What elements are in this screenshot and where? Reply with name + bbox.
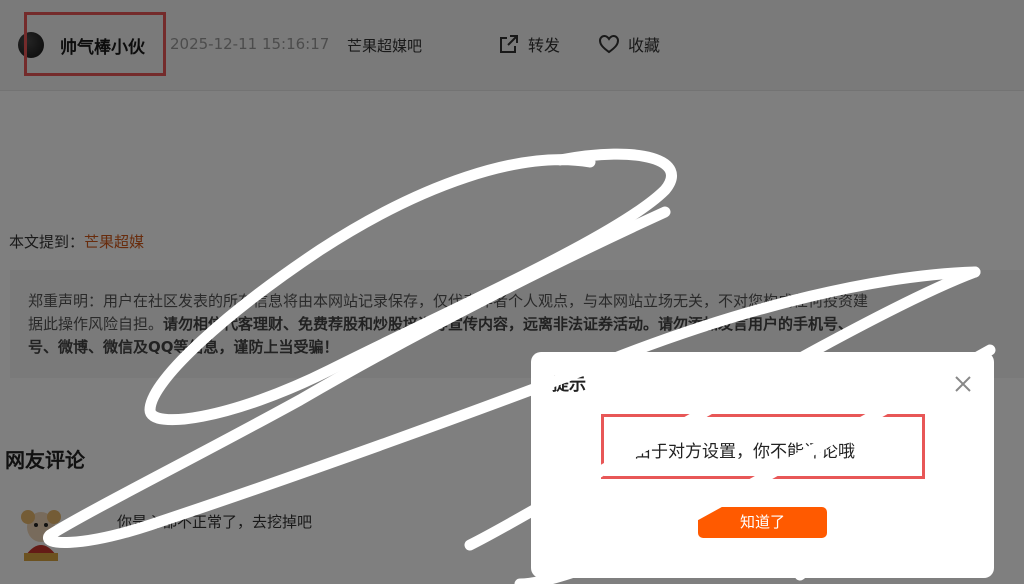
acknowledge-button[interactable]: 知道了 bbox=[698, 507, 827, 538]
dialog-title: 提示 bbox=[552, 375, 586, 395]
notice-dialog: 提示 由于对方设置，你不能评论哦 知道了 bbox=[531, 352, 994, 578]
close-icon[interactable] bbox=[952, 373, 974, 395]
highlight-box-message bbox=[601, 414, 925, 479]
